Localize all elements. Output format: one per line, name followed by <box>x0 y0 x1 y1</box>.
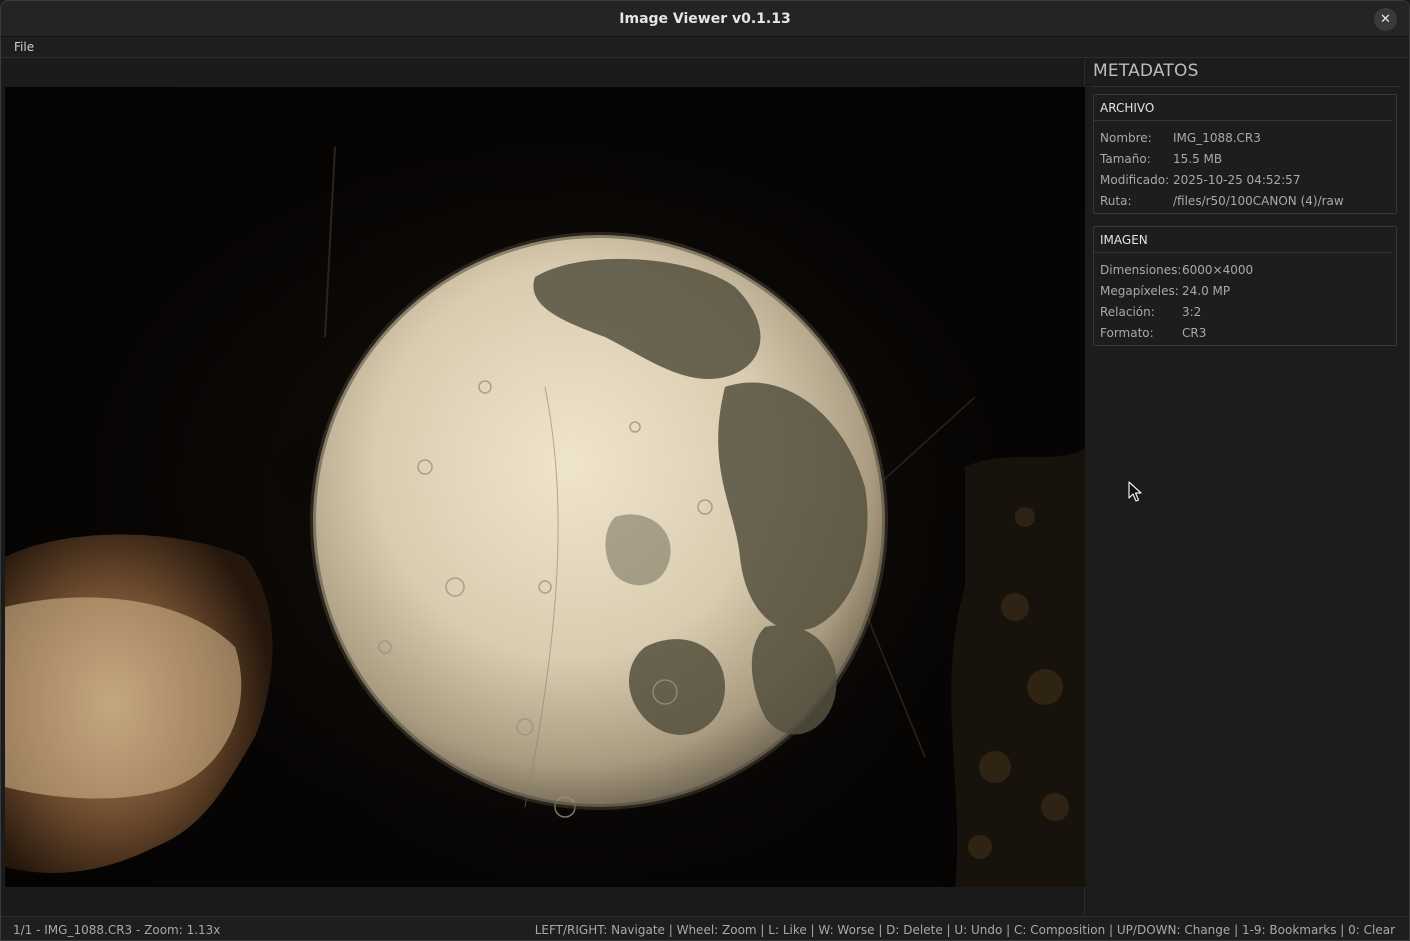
menu-bar: File <box>1 37 1409 58</box>
meta-key: Formato: <box>1100 325 1154 340</box>
meta-key: Modificado: <box>1100 172 1170 187</box>
meta-key: Relación: <box>1100 304 1155 319</box>
meta-value: 6000×4000 <box>1182 262 1254 277</box>
meta-key: Tamaño: <box>1100 151 1151 166</box>
mouse-pointer-icon <box>1128 481 1142 502</box>
meta-value: 2025-10-25 04:52:57 <box>1173 172 1301 187</box>
meta-key: Dimensiones: <box>1100 262 1182 277</box>
sidebar-title: METADATOS <box>1093 61 1199 81</box>
meta-row-tamano: Tamaño: 15.5 MB <box>1094 148 1396 169</box>
panel-archivo: ARCHIVO Nombre: IMG_1088.CR3 Tamaño: 15.… <box>1093 94 1397 214</box>
close-button[interactable]: ✕ <box>1374 8 1397 31</box>
meta-key: Nombre: <box>1100 130 1152 145</box>
close-icon: ✕ <box>1380 12 1391 27</box>
status-file-info: 1/1 - IMG_1088.CR3 - Zoom: 1.13x <box>13 922 221 937</box>
photo-moon-scene <box>5 107 1085 887</box>
meta-row-dimensiones: Dimensiones: 6000×4000 <box>1094 259 1396 280</box>
sidebar-divider <box>1091 86 1399 87</box>
menu-file[interactable]: File <box>14 40 34 54</box>
title-bar[interactable]: Image Viewer v0.1.13 ✕ <box>1 1 1409 37</box>
meta-row-modificado: Modificado: 2025-10-25 04:52:57 <box>1094 169 1396 190</box>
meta-row-ruta: Ruta: /files/r50/100CANON (4)/raw <box>1094 190 1396 211</box>
app-window: Image Viewer v0.1.13 ✕ File METADATOS AR… <box>0 0 1410 941</box>
meta-value: CR3 <box>1182 325 1207 340</box>
displayed-photo[interactable] <box>5 87 1085 887</box>
meta-value: 24.0 MP <box>1182 283 1231 298</box>
panel-archivo-heading: ARCHIVO <box>1094 95 1392 121</box>
meta-row-relacion: Relación: 3:2 <box>1094 301 1396 322</box>
image-viewport[interactable] <box>5 59 1085 916</box>
meta-row-formato: Formato: CR3 <box>1094 322 1396 343</box>
meta-value: IMG_1088.CR3 <box>1173 130 1261 145</box>
meta-key: Ruta: <box>1100 193 1132 208</box>
meta-row-nombre: Nombre: IMG_1088.CR3 <box>1094 127 1396 148</box>
meta-value: 3:2 <box>1182 304 1202 319</box>
panel-imagen-heading: IMAGEN <box>1094 227 1392 253</box>
status-bar: 1/1 - IMG_1088.CR3 - Zoom: 1.13x LEFT/RI… <box>1 916 1409 940</box>
window-title: Image Viewer v0.1.13 <box>619 10 791 27</box>
meta-key: Megapíxeles: <box>1100 283 1179 298</box>
status-shortcuts: LEFT/RIGHT: Navigate | Wheel: Zoom | L: … <box>534 922 1395 937</box>
meta-value: /files/r50/100CANON (4)/raw <box>1173 193 1344 208</box>
panel-imagen: IMAGEN Dimensiones: 6000×4000 Megapíxele… <box>1093 226 1397 346</box>
meta-row-megapixeles: Megapíxeles: 24.0 MP <box>1094 280 1396 301</box>
meta-value: 15.5 MB <box>1173 151 1223 166</box>
